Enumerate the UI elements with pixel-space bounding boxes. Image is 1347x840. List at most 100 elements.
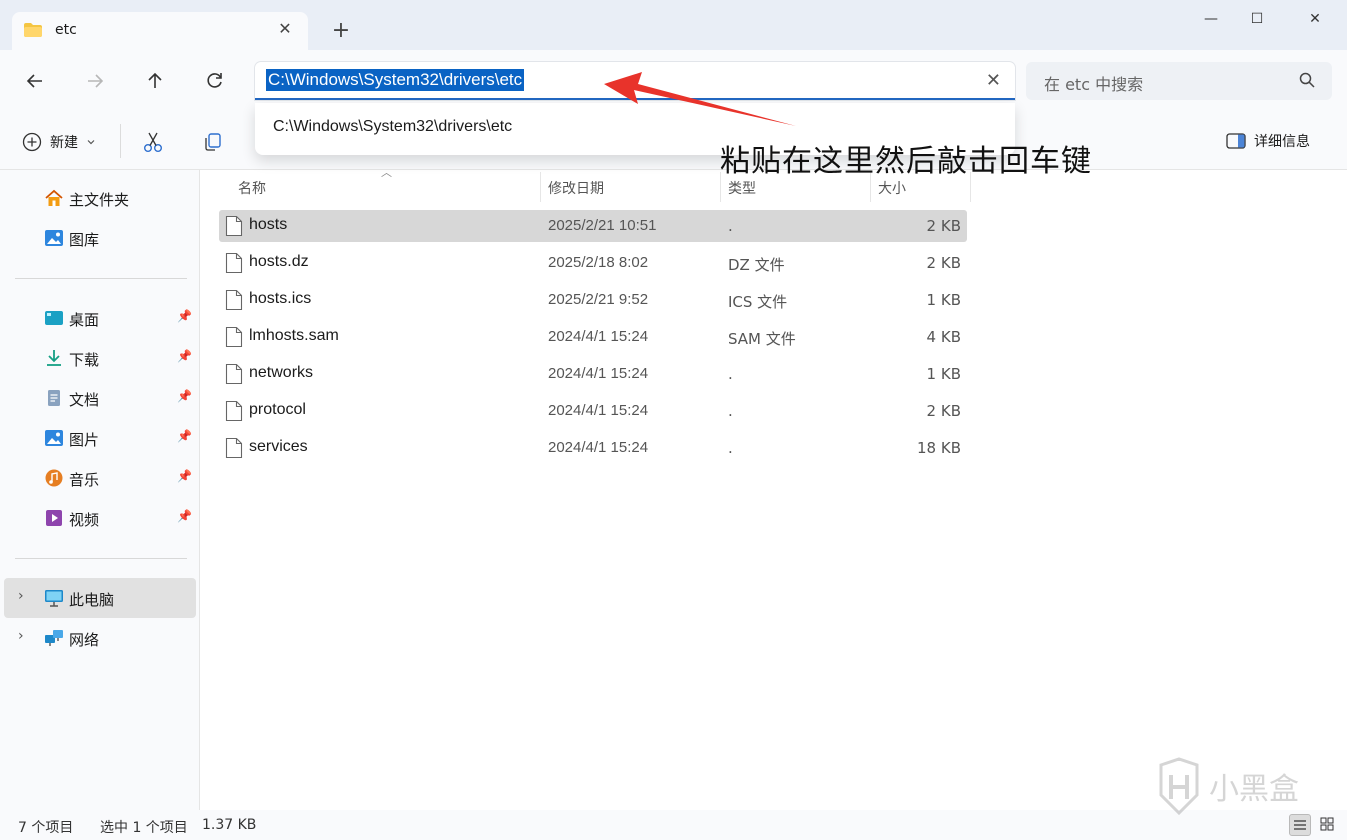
- home-icon: [45, 189, 63, 206]
- column-header-modified[interactable]: 修改日期: [548, 178, 604, 198]
- sidebar-item-label: 主文件夹: [69, 191, 130, 209]
- annotation-arrow: [604, 72, 796, 126]
- file-row[interactable]: services 2024/4/1 15:24. 18 KB: [219, 432, 967, 464]
- sidebar-item-home[interactable]: 主文件夹: [4, 178, 196, 218]
- maximize-button[interactable]: ☐: [1234, 6, 1280, 32]
- chevron-right-icon[interactable]: ›: [18, 588, 24, 604]
- this-pc-icon: [45, 590, 63, 607]
- search-box[interactable]: 在 etc 中搜索: [1026, 62, 1332, 100]
- pin-icon[interactable]: 📌: [177, 469, 192, 483]
- file-type: .: [728, 365, 733, 383]
- details-pane-button[interactable]: 详细信息: [1226, 131, 1310, 151]
- details-view-icon: [1294, 820, 1306, 830]
- file-size: 18 KB: [917, 439, 961, 457]
- tab-title: etc: [55, 22, 77, 38]
- tiles-view-button[interactable]: [1317, 814, 1339, 836]
- video-icon: [46, 510, 62, 526]
- sort-ascending-icon: ︿: [381, 166, 392, 179]
- file-row[interactable]: lmhosts.sam 2024/4/1 15:24 SAM 文件 4 KB: [219, 321, 967, 353]
- clear-address-icon[interactable]: ✕: [986, 70, 1001, 91]
- forward-button[interactable]: [78, 64, 112, 98]
- minimize-button[interactable]: —: [1188, 6, 1234, 32]
- up-button[interactable]: [138, 64, 172, 98]
- new-button[interactable]: 新建: [22, 129, 96, 155]
- sidebar-item-music[interactable]: 音乐 📌: [4, 458, 196, 498]
- svg-text:小黑盒: 小黑盒: [1209, 772, 1299, 807]
- details-view-button[interactable]: [1289, 814, 1311, 836]
- cut-icon[interactable]: [140, 129, 166, 155]
- pin-icon[interactable]: 📌: [177, 389, 192, 403]
- new-tab-button[interactable]: +: [326, 18, 356, 46]
- file-name: services: [249, 438, 308, 455]
- sidebar-item-label: 此电脑: [69, 591, 115, 609]
- tab-etc[interactable]: etc ✕: [12, 12, 308, 50]
- file-type: SAM 文件: [728, 330, 796, 348]
- sidebar-item-documents[interactable]: 文档 📌: [4, 378, 196, 418]
- sidebar-item-label: 桌面: [69, 311, 100, 329]
- title-bar: etc ✕ + — ☐ ✕: [0, 0, 1347, 50]
- file-type: DZ 文件: [728, 256, 785, 274]
- annotation-text: 粘贴在这里然后敲击回车键: [720, 144, 1092, 179]
- close-window-button[interactable]: ✕: [1292, 6, 1338, 32]
- sidebar-item-desktop[interactable]: 桌面 📌: [4, 298, 196, 338]
- file-list-pane: 名称 ︿ 修改日期 类型 大小 hosts 2025/2/21 10:51. 2 K…: [201, 166, 1347, 810]
- sidebar-item-label: 视频: [69, 511, 100, 529]
- pin-icon[interactable]: 📌: [177, 509, 192, 523]
- desktop-icon: [45, 311, 63, 325]
- sidebar-item-videos[interactable]: 视频 📌: [4, 498, 196, 538]
- copy-icon[interactable]: [200, 129, 226, 155]
- column-header-size[interactable]: 大小: [878, 178, 906, 198]
- selection-size: 1.37 KB: [202, 817, 257, 833]
- file-size: 1 KB: [926, 291, 961, 309]
- sidebar-item-network[interactable]: › 网络: [4, 618, 196, 658]
- details-pane-icon: [1226, 133, 1246, 149]
- navigation-pane: 主文件夹 图库 桌面 📌 下载 📌 文档 📌 图片 📌 音乐 📌 视频 📌 ›: [0, 170, 200, 810]
- search-icon: [1299, 72, 1315, 88]
- file-icon: [225, 215, 243, 237]
- sidebar-divider: [15, 278, 187, 279]
- sidebar-item-label: 音乐: [69, 471, 100, 489]
- file-icon: [225, 363, 243, 385]
- file-icon: [225, 400, 243, 422]
- chevron-right-icon[interactable]: ›: [18, 628, 24, 644]
- sidebar-item-pictures[interactable]: 图片 📌: [4, 418, 196, 458]
- file-icon: [225, 289, 243, 311]
- sidebar-item-this-pc[interactable]: › 此电脑: [4, 578, 196, 618]
- file-type: .: [728, 439, 733, 457]
- chevron-down-icon: [87, 140, 95, 145]
- sidebar-item-gallery[interactable]: 图库: [4, 218, 196, 258]
- sidebar-item-label: 文档: [69, 391, 100, 409]
- pin-icon[interactable]: 📌: [177, 309, 192, 323]
- pin-icon[interactable]: 📌: [177, 429, 192, 443]
- file-name: hosts: [249, 216, 288, 233]
- file-row[interactable]: protocol 2024/4/1 15:24. 2 KB: [219, 395, 967, 427]
- back-button[interactable]: [18, 64, 52, 98]
- back-arrow-icon: [26, 74, 42, 88]
- file-modified-date: 2024/4/1 15:24: [548, 365, 649, 382]
- search-input[interactable]: 在 etc 中搜索: [1044, 71, 1143, 95]
- suggestion-item[interactable]: C:\Windows\System32\drivers\etc: [273, 118, 512, 136]
- command-separator: [120, 124, 121, 158]
- selection-count: 选中 1 个项目: [100, 820, 188, 836]
- file-modified-date: 2024/4/1 15:24: [548, 439, 649, 456]
- file-modified-date: 2025/2/21 10:51: [548, 217, 657, 234]
- gallery-icon: [45, 230, 63, 246]
- address-input[interactable]: C:\Windows\System32\drivers\etc: [266, 69, 525, 91]
- folder-icon: [24, 23, 42, 37]
- pictures-icon: [45, 430, 63, 446]
- column-divider[interactable]: [540, 172, 541, 202]
- file-name: hosts.ics: [249, 290, 312, 307]
- sidebar-item-downloads[interactable]: 下载 📌: [4, 338, 196, 378]
- file-row[interactable]: hosts.ics 2025/2/21 9:52 ICS 文件 1 KB: [219, 284, 967, 316]
- refresh-button[interactable]: [198, 64, 232, 98]
- file-modified-date: 2024/4/1 15:24: [548, 402, 649, 419]
- file-name: lmhosts.sam: [249, 327, 339, 344]
- close-tab-icon[interactable]: ✕: [274, 18, 296, 40]
- pin-icon[interactable]: 📌: [177, 349, 192, 363]
- file-row[interactable]: networks 2024/4/1 15:24. 1 KB: [219, 358, 967, 390]
- sidebar-item-label: 网络: [69, 631, 100, 649]
- column-header-name[interactable]: 名称: [238, 178, 266, 198]
- file-row[interactable]: hosts 2025/2/21 10:51. 2 KB: [219, 210, 967, 242]
- file-row[interactable]: hosts.dz 2025/2/18 8:02 DZ 文件 2 KB: [219, 247, 967, 279]
- column-header-type[interactable]: 类型: [728, 178, 756, 198]
